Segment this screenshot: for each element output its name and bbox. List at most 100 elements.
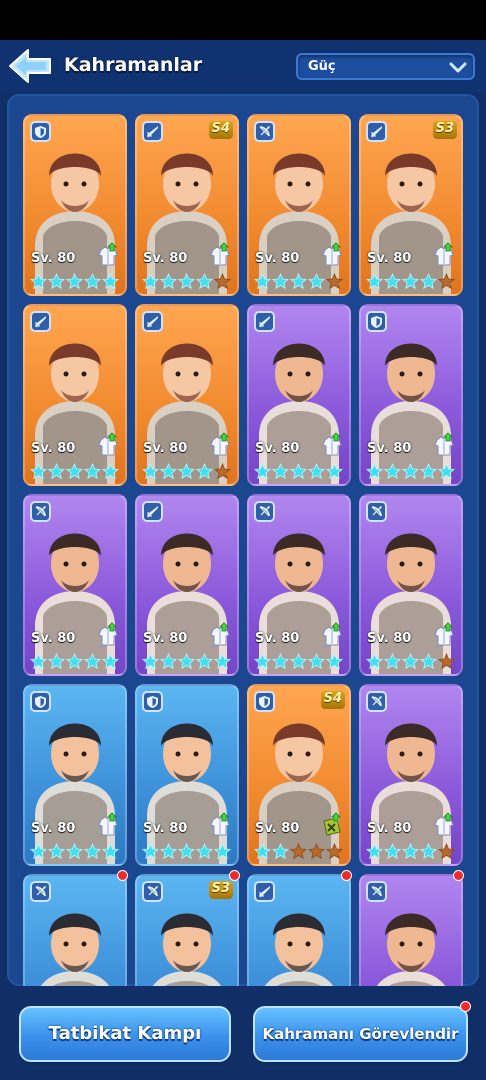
- hero-card[interactable]: Sv. 80: [23, 304, 127, 486]
- armor-equipment-icon: [98, 622, 118, 646]
- star-icon: [308, 273, 325, 290]
- star-icon: [142, 463, 159, 480]
- star-rating: [142, 843, 234, 861]
- hero-card[interactable]: Sv. 80: [359, 684, 463, 866]
- hero-card[interactable]: S4 Sv. 80: [247, 684, 351, 866]
- hero-level: Sv. 80: [143, 631, 188, 646]
- hero-card[interactable]: Sv. 80: [23, 494, 127, 676]
- armor-equipment-icon: [322, 622, 342, 646]
- hero-card[interactable]: Sv. 80: [359, 494, 463, 676]
- star-icon: [290, 653, 307, 670]
- star-rating: [366, 463, 458, 481]
- sword-class-icon: [142, 121, 163, 142]
- hero-card[interactable]: Sv. 80: [359, 304, 463, 486]
- bow-class-icon: [254, 121, 275, 142]
- star-icon: [84, 843, 101, 860]
- armor-equipment-icon: [434, 242, 454, 266]
- star-icon: [48, 843, 65, 860]
- star-rating: [142, 273, 234, 291]
- star-rating: [30, 463, 122, 481]
- hero-card[interactable]: [359, 874, 463, 986]
- star-icon: [366, 843, 383, 860]
- hero-card[interactable]: Sv. 80: [135, 684, 239, 866]
- star-icon: [214, 273, 231, 290]
- star-icon: [30, 463, 47, 480]
- hero-card[interactable]: Sv. 80: [247, 304, 351, 486]
- star-icon: [402, 463, 419, 480]
- hero-card[interactable]: Sv. 80: [135, 304, 239, 486]
- star-icon: [326, 273, 343, 290]
- armor-equipment-icon: [98, 432, 118, 456]
- star-icon: [420, 463, 437, 480]
- sort-dropdown[interactable]: Güç: [296, 53, 475, 80]
- star-icon: [66, 843, 83, 860]
- star-icon: [254, 653, 271, 670]
- star-icon: [214, 843, 231, 860]
- hero-card[interactable]: S3: [135, 874, 239, 986]
- bow-class-icon: [30, 881, 51, 902]
- hero-level: Sv. 80: [31, 821, 76, 836]
- notification-dot: [229, 870, 240, 881]
- star-icon: [102, 463, 119, 480]
- star-icon: [48, 463, 65, 480]
- hero-grid: Sv. 80 S4 Sv. 80 Sv. 80 S3 Sv. 80 Sv. 80 Sv. 80…: [7, 94, 479, 986]
- star-icon: [290, 273, 307, 290]
- armor-equipment-icon: [98, 242, 118, 266]
- armor-equipment-icon: [322, 432, 342, 456]
- hero-card[interactable]: [247, 874, 351, 986]
- star-icon: [384, 273, 401, 290]
- star-icon: [308, 653, 325, 670]
- hero-card[interactable]: Sv. 80: [247, 114, 351, 296]
- training-camp-button[interactable]: Tatbikat Kampı: [19, 1006, 231, 1062]
- star-rating: [142, 653, 234, 671]
- armor-equipment-icon: [210, 622, 230, 646]
- star-icon: [102, 653, 119, 670]
- hero-card[interactable]: S3 Sv. 80: [359, 114, 463, 296]
- star-icon: [254, 843, 271, 860]
- top-bar: Kahramanlar Güç: [0, 40, 486, 92]
- star-icon: [366, 273, 383, 290]
- star-icon: [84, 463, 101, 480]
- star-rating: [254, 273, 346, 291]
- star-icon: [402, 653, 419, 670]
- sword-class-icon: [254, 881, 275, 902]
- hero-level: Sv. 80: [31, 441, 76, 456]
- star-icon: [438, 463, 455, 480]
- star-icon: [102, 273, 119, 290]
- star-icon: [326, 463, 343, 480]
- sword-class-icon: [142, 501, 163, 522]
- armor-equipment-icon: [210, 432, 230, 456]
- star-icon: [254, 463, 271, 480]
- armor-equipment-icon: [434, 812, 454, 836]
- hero-card[interactable]: Sv. 80: [23, 684, 127, 866]
- star-icon: [30, 273, 47, 290]
- hero-level: Sv. 80: [255, 821, 300, 836]
- hero-card[interactable]: Sv. 80: [135, 494, 239, 676]
- back-button[interactable]: [8, 48, 52, 84]
- hero-card[interactable]: [23, 874, 127, 986]
- hero-level: Sv. 80: [143, 251, 188, 266]
- bow-class-icon: [366, 881, 387, 902]
- shield-class-icon: [254, 691, 275, 712]
- star-icon: [438, 273, 455, 290]
- star-icon: [214, 653, 231, 670]
- star-icon: [420, 653, 437, 670]
- star-icon: [272, 463, 289, 480]
- star-rank-badge: S3: [432, 121, 457, 139]
- star-rating: [366, 273, 458, 291]
- notification-dot: [117, 870, 128, 881]
- page-title: Kahramanlar: [64, 54, 203, 76]
- hero-card[interactable]: S4 Sv. 80: [135, 114, 239, 296]
- star-icon: [48, 273, 65, 290]
- sort-selected-value: Güç: [308, 59, 336, 74]
- hero-card[interactable]: Sv. 80: [247, 494, 351, 676]
- star-rating: [366, 843, 458, 861]
- armor-equipment-icon: [210, 812, 230, 836]
- star-icon: [366, 653, 383, 670]
- hero-card[interactable]: Sv. 80: [23, 114, 127, 296]
- scroll-equipment-icon: [323, 812, 341, 836]
- assign-hero-button[interactable]: Kahramanı Görevlendir: [253, 1006, 468, 1062]
- star-rating: [142, 463, 234, 481]
- star-icon: [66, 653, 83, 670]
- hero-level: Sv. 80: [367, 631, 412, 646]
